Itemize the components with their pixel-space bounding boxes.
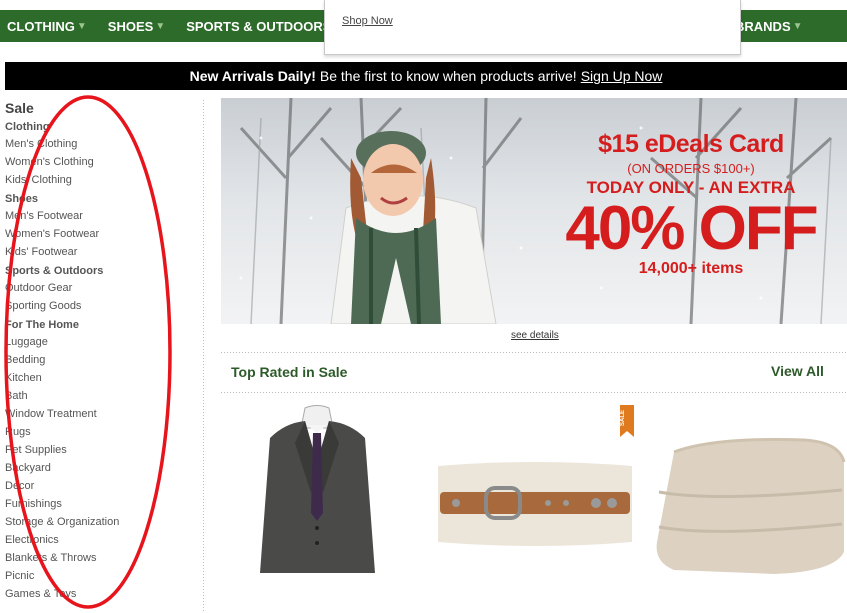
nav-shoes-label: SHOES (107, 18, 154, 34)
hero-banner[interactable]: $15 eDeals Card (ON ORDERS $100+) TODAY … (221, 98, 847, 324)
nav-sports-label: SPORTS & OUTDOORS (186, 18, 332, 34)
view-all-link[interactable]: View All (771, 363, 824, 379)
folded-blanket-image[interactable] (654, 432, 847, 577)
nav-clothing-label: CLOTHING (7, 18, 75, 34)
nav-clothing[interactable]: CLOTHING ▼ (0, 19, 87, 34)
banner-text: Be the first to know when products arriv… (319, 68, 577, 84)
nav-sports-outdoors[interactable]: SPORTS & OUTDOORS▼ (179, 19, 343, 34)
new-arrivals-banner: New Arrivals Daily! Be the first to know… (5, 62, 847, 90)
top-rated-heading: Top Rated in Sale (231, 364, 348, 380)
sidebar-link[interactable]: Outdoor Gear (5, 279, 201, 297)
sidebar-link[interactable]: Blankets & Throws (5, 549, 201, 567)
shop-now-link[interactable]: Shop Now (342, 15, 393, 27)
divider (221, 352, 847, 353)
sidebar-heading-sports[interactable]: Sports & Outdoors (5, 265, 201, 279)
banner-headline: New Arrivals Daily! (189, 68, 316, 84)
sidebar-link[interactable]: Rugs (5, 423, 201, 441)
sidebar-link[interactable]: Games & Toys (5, 585, 201, 603)
sidebar-link[interactable]: Kids' Footwear (5, 243, 201, 261)
nav-brands[interactable]: BRANDS ▼ (735, 18, 803, 34)
sidebar-link[interactable]: Kids' Clothing (5, 171, 201, 189)
sidebar-link[interactable]: Luggage (5, 333, 201, 351)
sidebar-link[interactable]: Sporting Goods (5, 297, 201, 315)
sidebar-heading-shoes[interactable]: Shoes (5, 193, 201, 207)
sidebar: Sale Clothing Men's Clothing Women's Clo… (5, 100, 201, 603)
sidebar-link[interactable]: Picnic (5, 567, 201, 585)
sidebar-link[interactable]: Window Treatment (5, 405, 201, 423)
sidebar-link[interactable]: Women's Clothing (5, 153, 201, 171)
sidebar-link[interactable]: Kitchen (5, 369, 201, 387)
sidebar-divider (203, 100, 204, 613)
sign-up-link[interactable]: Sign Up Now (581, 68, 663, 84)
sidebar-link[interactable]: Men's Footwear (5, 207, 201, 225)
sidebar-link[interactable]: Men's Clothing (5, 135, 201, 153)
sidebar-link[interactable]: Decor (5, 477, 201, 495)
promo-line2: (ON ORDERS $100+) (627, 161, 755, 176)
see-details-link[interactable]: see details (511, 330, 559, 341)
chevron-down-icon: ▼ (155, 20, 166, 32)
nav-brands-label: BRANDS (735, 18, 791, 34)
sidebar-link[interactable]: Bedding (5, 351, 201, 369)
sidebar-heading-home[interactable]: For The Home (5, 319, 201, 333)
promo-line1: $15 eDeals Card (598, 130, 784, 158)
suit-jacket-image[interactable] (255, 403, 380, 580)
nav-shoes[interactable]: SHOES ▼ (101, 19, 165, 34)
sidebar-link[interactable]: Storage & Organization (5, 513, 201, 531)
sidebar-heading-clothing[interactable]: Clothing (5, 121, 201, 135)
hero-promo: $15 eDeals Card (ON ORDERS $100+) TODAY … (551, 130, 831, 278)
chevron-down-icon: ▼ (76, 20, 87, 32)
sidebar-link[interactable]: Furnishings (5, 495, 201, 513)
sidebar-link[interactable]: Backyard (5, 459, 201, 477)
sidebar-link[interactable]: Pet Supplies (5, 441, 201, 459)
sale-badge: SALE (620, 405, 634, 437)
sidebar-link[interactable]: Women's Footwear (5, 225, 201, 243)
promo-line4: 40% OFF (565, 194, 818, 263)
sidebar-link[interactable]: Bath (5, 387, 201, 405)
divider (221, 392, 847, 393)
chevron-down-icon: ▼ (792, 20, 803, 32)
sidebar-title: Sale (5, 100, 34, 116)
nav-dropdown-panel: Shop Now (324, 0, 741, 55)
sidebar-link[interactable]: Electronics (5, 531, 201, 549)
sale-badge-label: SALE (620, 410, 626, 427)
leather-belt-image[interactable] (436, 462, 634, 547)
